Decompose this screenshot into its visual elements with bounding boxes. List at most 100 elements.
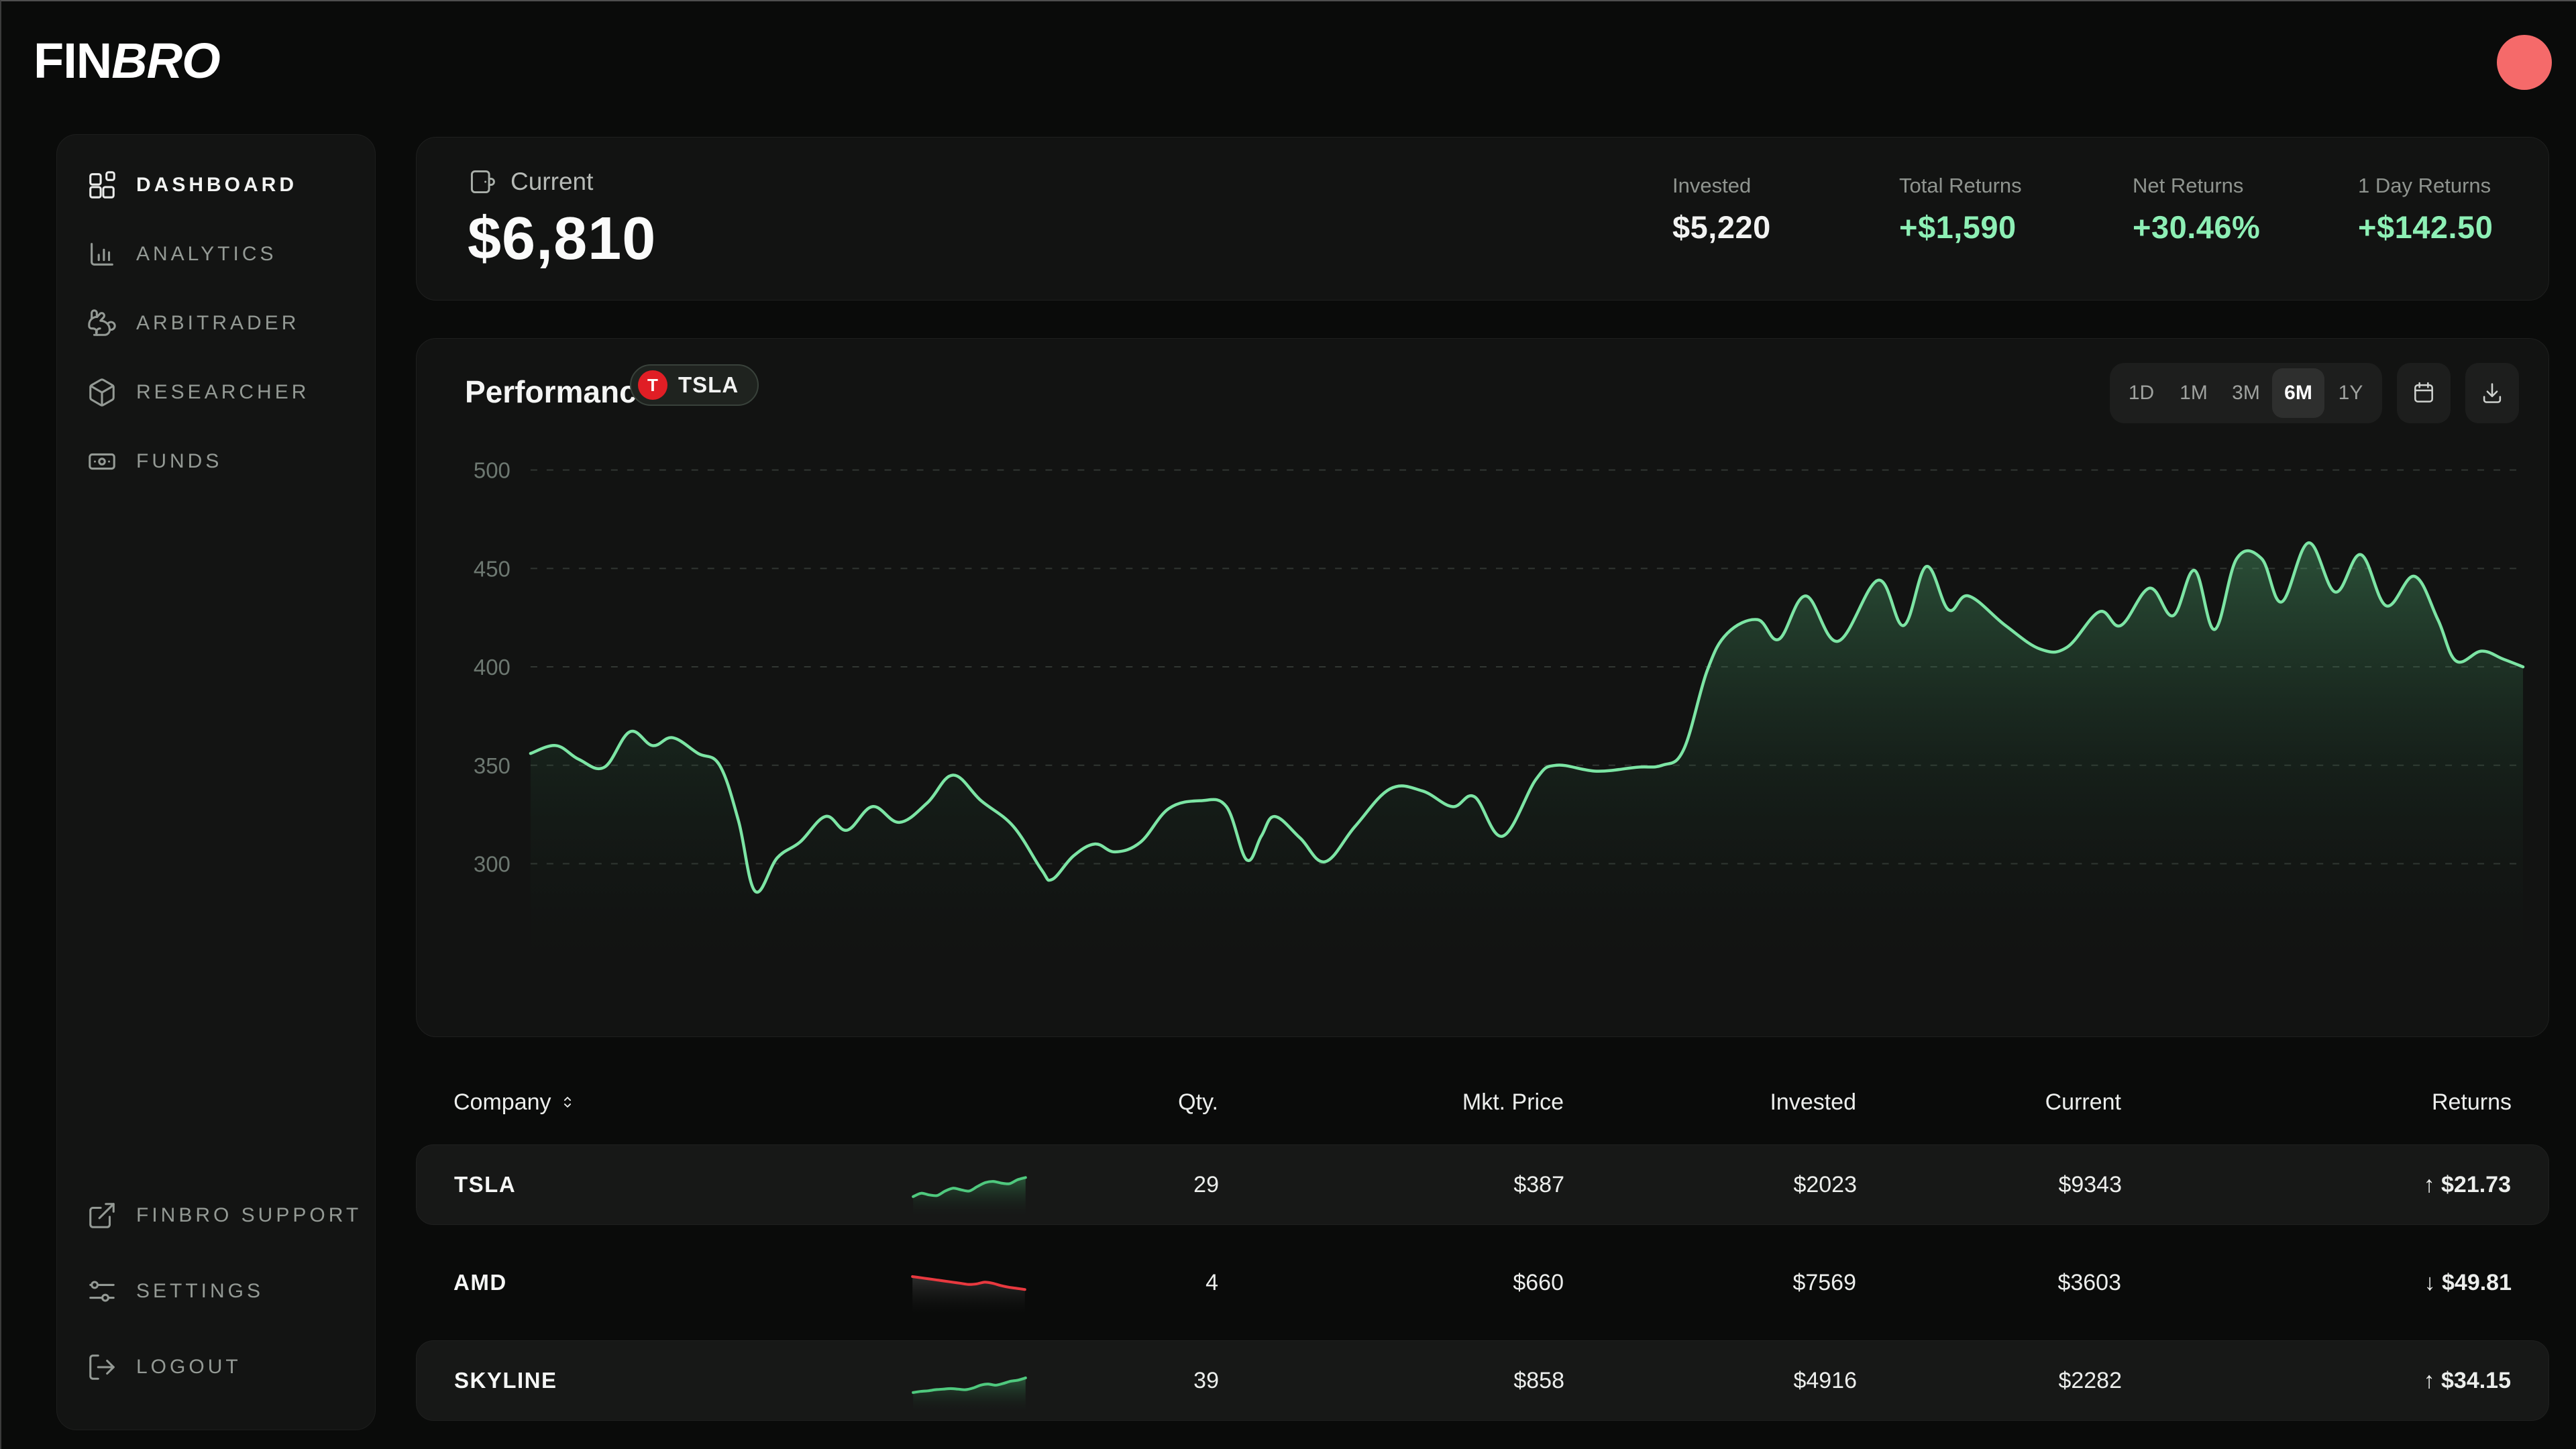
calendar-button[interactable]: [2397, 363, 2451, 423]
sidebar-item-logout[interactable]: LOGOUT: [57, 1334, 375, 1400]
qty-value: 39: [1112, 1368, 1219, 1394]
table-row-tsla[interactable]: TSLA 29 $387 $2023 $9343 ↑ $21.73: [416, 1144, 2549, 1225]
topbar: FINBRO: [0, 0, 2576, 134]
sidebar-item-label: LOGOUT: [136, 1356, 241, 1379]
sparkline-tsla: [830, 1153, 1112, 1216]
invested-value: $7569: [1564, 1270, 1856, 1296]
column-header-qty[interactable]: Qty.: [1111, 1089, 1218, 1116]
ticker-symbol: TSLA: [678, 372, 739, 398]
range-button-1m[interactable]: 1M: [2167, 368, 2220, 418]
logout-icon: [87, 1352, 117, 1383]
sidebar-item-researcher[interactable]: RESEARCHER: [57, 360, 375, 425]
mkt-price-value: $858: [1219, 1368, 1564, 1394]
sidebar-item-label: RESEARCHER: [136, 381, 309, 404]
box-icon: [87, 377, 117, 408]
stat-value: +30.46%: [2133, 209, 2358, 246]
performance-area-chart[interactable]: 500 450 400 350 300: [417, 339, 2548, 1036]
sidebar-item-label: FUNDS: [136, 450, 222, 473]
mkt-price-value: $660: [1218, 1270, 1564, 1296]
range-segmented-control: 1D 1M 3M 6M 1Y: [2110, 363, 2382, 423]
sparkline-chart: [910, 1251, 1028, 1314]
svg-text:350: 350: [474, 753, 511, 778]
dashboard-icon: [87, 170, 117, 201]
range-button-1y[interactable]: 1Y: [2324, 368, 2377, 418]
sort-icon: [558, 1093, 577, 1112]
company-name: SKYLINE: [454, 1368, 830, 1393]
sidebar-item-dashboard[interactable]: DASHBOARD: [57, 152, 375, 218]
stat-value: +$1,590: [1899, 209, 2133, 246]
sparkline-skyline: [830, 1349, 1112, 1412]
stat-label: Total Returns: [1899, 174, 2133, 198]
current-balance-block: Current $6,810: [468, 167, 656, 274]
returns-value: ↑ $21.73: [2122, 1172, 2511, 1198]
range-button-3m[interactable]: 3M: [2220, 368, 2272, 418]
down-arrow-icon: ↓: [2424, 1270, 2436, 1295]
download-button[interactable]: [2465, 363, 2519, 423]
tesla-badge-icon: T: [638, 370, 667, 400]
up-arrow-icon: ↑: [2424, 1368, 2435, 1393]
stat-value: $5,220: [1672, 209, 1899, 246]
summary-card: Current $6,810 Invested $5,220 Total Ret…: [416, 137, 2549, 301]
calendar-icon: [2411, 380, 2436, 406]
sidebar-item-settings[interactable]: SETTINGS: [57, 1258, 375, 1324]
returns-amount: $21.73: [2441, 1172, 2511, 1197]
invested-value: $4916: [1564, 1368, 1857, 1394]
column-header-returns[interactable]: Returns: [2121, 1089, 2512, 1116]
svg-text:300: 300: [474, 851, 511, 876]
sidebar-item-analytics[interactable]: ANALYTICS: [57, 221, 375, 287]
column-header-invested[interactable]: Invested: [1564, 1089, 1856, 1116]
sidebar-item-label: DASHBOARD: [136, 174, 297, 197]
holdings-header-row: Company Qty. Mkt. Price Invested Current…: [416, 1084, 2549, 1120]
wallet-icon: [468, 167, 497, 197]
stat-net-returns: Net Returns +30.46%: [2133, 174, 2358, 246]
stat-label: Invested: [1672, 174, 1899, 198]
sidebar-item-finbro-support[interactable]: FINBRO SUPPORT: [57, 1183, 375, 1248]
sidebar-item-label: ANALYTICS: [136, 243, 277, 266]
stat-total-returns: Total Returns +$1,590: [1899, 174, 2133, 246]
avatar[interactable]: [2497, 35, 2552, 90]
up-arrow-icon: ↑: [2424, 1172, 2435, 1197]
returns-amount: $49.81: [2442, 1270, 2512, 1295]
performance-title: Performance: [465, 374, 653, 410]
download-icon: [2479, 380, 2505, 406]
sparkline-amd: [829, 1251, 1111, 1314]
stat-value: +$142.50: [2358, 209, 2507, 246]
company-name: AMD: [453, 1270, 829, 1295]
column-header-mkt-price[interactable]: Mkt. Price: [1218, 1089, 1564, 1116]
invested-value: $2023: [1564, 1172, 1857, 1198]
range-button-6m[interactable]: 6M: [2272, 368, 2324, 418]
chart-controls: 1D 1M 3M 6M 1Y: [2110, 363, 2519, 423]
mkt-price-value: $387: [1219, 1172, 1564, 1198]
current-value: $9343: [1857, 1172, 2122, 1198]
table-row-amd[interactable]: AMD 4 $660 $7569 $3603 ↓ $49.81: [416, 1242, 2549, 1323]
current-value: $3603: [1856, 1270, 2121, 1296]
logo-bro: BRO: [111, 33, 219, 89]
column-label: Company: [453, 1089, 551, 1116]
current-value: $2282: [1857, 1368, 2122, 1394]
qty-value: 29: [1112, 1172, 1219, 1198]
logo-fin: FIN: [34, 33, 111, 89]
ticker-pill[interactable]: T TSLA: [630, 364, 759, 406]
stat-label: Net Returns: [2133, 174, 2358, 198]
svg-text:400: 400: [474, 655, 511, 680]
column-header-company[interactable]: Company: [453, 1089, 829, 1116]
performance-card: Performance T TSLA 1D 1M 3M 6M 1Y: [416, 338, 2549, 1037]
range-button-1d[interactable]: 1D: [2115, 368, 2167, 418]
current-value: $6,810: [468, 205, 656, 274]
external-link-icon: [87, 1200, 117, 1231]
sliders-icon: [87, 1276, 117, 1307]
sidebar-item-label: SETTINGS: [136, 1280, 264, 1303]
svg-text:500: 500: [474, 458, 511, 483]
column-header-current[interactable]: Current: [1856, 1089, 2121, 1116]
returns-amount: $34.15: [2441, 1368, 2511, 1393]
svg-text:450: 450: [474, 556, 511, 581]
sidebar-item-label: FINBRO SUPPORT: [136, 1204, 362, 1227]
sidebar-item-funds[interactable]: FUNDS: [57, 429, 375, 494]
company-name: TSLA: [454, 1172, 830, 1197]
sidebar: DASHBOARD ANALYTICS ARBITRADER RESEARCHE…: [56, 134, 376, 1430]
sparkline-chart: [910, 1153, 1028, 1216]
sidebar-nav-list: DASHBOARD ANALYTICS ARBITRADER RESEARCHE…: [57, 135, 375, 494]
table-row-skyline[interactable]: SKYLINE 39 $858 $4916 $2282 ↑ $34.15: [416, 1340, 2549, 1421]
sidebar-item-arbitrader[interactable]: ARBITRADER: [57, 290, 375, 356]
finbro-logo: FINBRO: [34, 32, 220, 89]
